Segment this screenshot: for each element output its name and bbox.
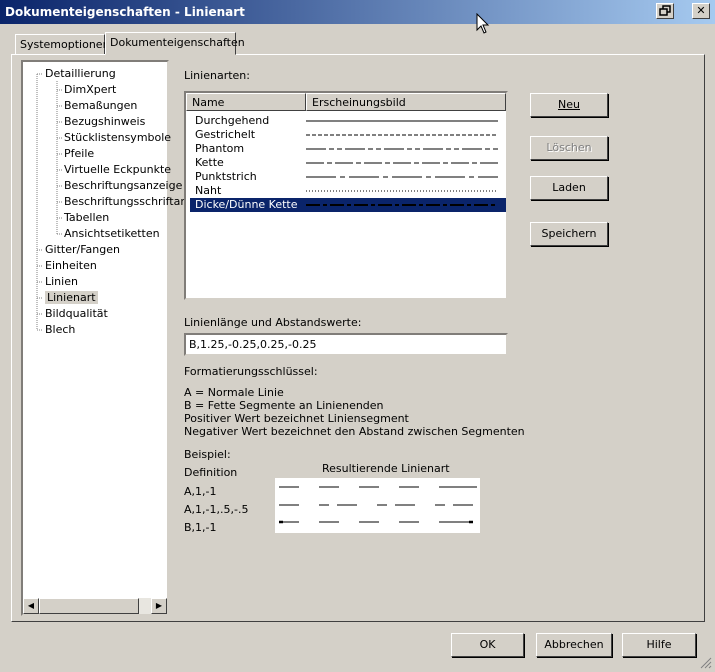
save-button[interactable]: Speichern — [530, 222, 608, 246]
scroll-right-icon[interactable]: ▶ — [151, 598, 167, 614]
ok-button[interactable]: OK — [451, 633, 524, 657]
save-button-label: Speichern — [541, 227, 597, 240]
tree-item-beschriftungsschriftart[interactable]: Beschriftungsschriftart — [64, 195, 189, 208]
linetype-row[interactable]: Phantom — [190, 142, 506, 156]
format-line-1: A = Normale Linie — [184, 386, 284, 399]
linetype-row[interactable]: Gestrichelt — [190, 128, 506, 142]
help-button-label: Hilfe — [646, 638, 672, 651]
tree-item-bildqualität[interactable]: Bildqualität — [45, 307, 108, 320]
linetype-name: Kette — [195, 156, 224, 169]
load-button-label: Laden — [552, 181, 586, 194]
linetype-name: Dicke/Dünne Kette — [195, 198, 298, 211]
result-header: Resultierende Linienart — [322, 462, 450, 475]
linetypes-label: Linienarten: — [184, 69, 250, 82]
length-input[interactable] — [184, 333, 508, 356]
load-button[interactable]: Laden — [530, 176, 608, 200]
tree-item-gitter-fangen[interactable]: Gitter/Fangen — [45, 243, 120, 256]
linetype-row[interactable]: Naht — [190, 184, 506, 198]
tree-item-dimxpert[interactable]: DimXpert — [64, 83, 116, 96]
definition-2: A,1,-1,.5,-.5 — [184, 503, 249, 516]
tree-item-blech[interactable]: Blech — [45, 323, 75, 336]
linetype-row[interactable]: Durchgehend — [190, 114, 506, 128]
tree-item-stücklistensymbole[interactable]: Stücklistensymbole — [64, 131, 171, 144]
tree-item-beschriftungsanzeige[interactable]: Beschriftungsanzeige — [64, 179, 182, 192]
column-header-appearance[interactable]: Erscheinungsbild — [306, 93, 506, 111]
window-title: Dokumenteigenschaften - Linienart — [5, 5, 245, 19]
resize-grip-icon[interactable] — [700, 657, 712, 669]
definition-header: Definition — [184, 466, 238, 479]
mouse-cursor-icon — [476, 13, 490, 34]
linetype-sample — [306, 134, 498, 136]
tree-horizontal-scrollbar[interactable]: ◀ ▶ — [23, 598, 167, 614]
linetype-name: Naht — [195, 184, 222, 197]
tab-systemoptionen-label: Systemoptionen — [20, 38, 110, 51]
definition-1: A,1,-1 — [184, 485, 217, 498]
tab-dokumenteigenschaften-label: Dokumenteigenschaften — [110, 36, 245, 49]
delete-button-label: Löschen — [546, 141, 592, 154]
scroll-thumb[interactable] — [39, 598, 139, 614]
ok-button-label: OK — [479, 638, 496, 651]
format-line-2: B = Fette Segmente an Linienenden — [184, 399, 384, 412]
title-bar[interactable]: Dokumenteigenschaften - Linienart — [0, 0, 715, 24]
close-icon[interactable]: ✕ — [692, 3, 710, 19]
linetype-sample — [306, 176, 498, 178]
new-button-label: Neu — [558, 98, 580, 111]
cancel-button-label: Abbrechen — [544, 638, 604, 651]
tree-item-bemaßungen[interactable]: Bemaßungen — [64, 99, 137, 112]
example-label: Beispiel: — [184, 448, 231, 461]
tree-item-linien[interactable]: Linien — [45, 275, 78, 288]
help-button[interactable]: Hilfe — [622, 633, 696, 657]
linetype-sample — [306, 148, 498, 150]
linetype-sample — [306, 162, 498, 164]
linetype-sample — [306, 204, 498, 206]
tree-item-einheiten[interactable]: Einheiten — [45, 259, 97, 272]
definition-3: B,1,-1 — [184, 521, 217, 534]
format-line-4: Negativer Wert bezeichnet den Abstand zw… — [184, 425, 525, 438]
linetype-row[interactable]: Dicke/Dünne Kette — [190, 198, 506, 212]
column-header-name[interactable]: Name — [186, 93, 306, 111]
format-label: Formatierungsschlüssel: — [184, 365, 318, 378]
tree-item-pfeile[interactable]: Pfeile — [64, 147, 94, 160]
tab-dokumenteigenschaften[interactable]: Dokumenteigenschaften — [105, 32, 245, 55]
linetype-name: Phantom — [195, 142, 245, 155]
linetype-row[interactable]: Kette — [190, 156, 506, 170]
tree-item-tabellen[interactable]: Tabellen — [64, 211, 109, 224]
linetypes-list[interactable]: Name Erscheinungsbild Durchgehend Gestric… — [184, 91, 508, 300]
length-label: Linienlänge und Abstandswerte: — [184, 316, 362, 329]
scroll-left-icon[interactable]: ◀ — [23, 598, 39, 614]
linetype-sample — [306, 190, 498, 192]
delete-button[interactable]: Löschen — [530, 136, 608, 160]
tab-systemoptionen[interactable]: Systemoptionen — [15, 34, 110, 55]
new-button[interactable]: Neu — [530, 93, 608, 117]
format-line-3: Positiver Wert bezeichnet Liniensegment — [184, 412, 409, 425]
options-tree[interactable]: Detaillierung DimXpert Bemaßungen Bezugshin… — [21, 60, 189, 616]
tree-item-virtuelle-eckpunkte[interactable]: Virtuelle Eckpunkte — [64, 163, 171, 176]
linetype-name: Punktstrich — [195, 170, 257, 183]
linetype-name: Gestrichelt — [195, 128, 256, 141]
tree-item-ansichtsetiketten[interactable]: Ansichtsetiketten — [64, 227, 160, 240]
linetype-row[interactable]: Punktstrich — [190, 170, 506, 184]
tree-item-linienart[interactable]: Linienart — [45, 291, 98, 304]
linetype-sample — [306, 120, 498, 122]
tree-item-bezugshinweis[interactable]: Bezugshinweis — [64, 115, 145, 128]
linetype-name: Durchgehend — [195, 114, 270, 127]
example-preview — [275, 478, 480, 533]
restore-icon[interactable] — [656, 3, 674, 19]
tree-item-detaillierung[interactable]: Detaillierung — [45, 67, 116, 80]
cancel-button[interactable]: Abbrechen — [536, 633, 612, 657]
